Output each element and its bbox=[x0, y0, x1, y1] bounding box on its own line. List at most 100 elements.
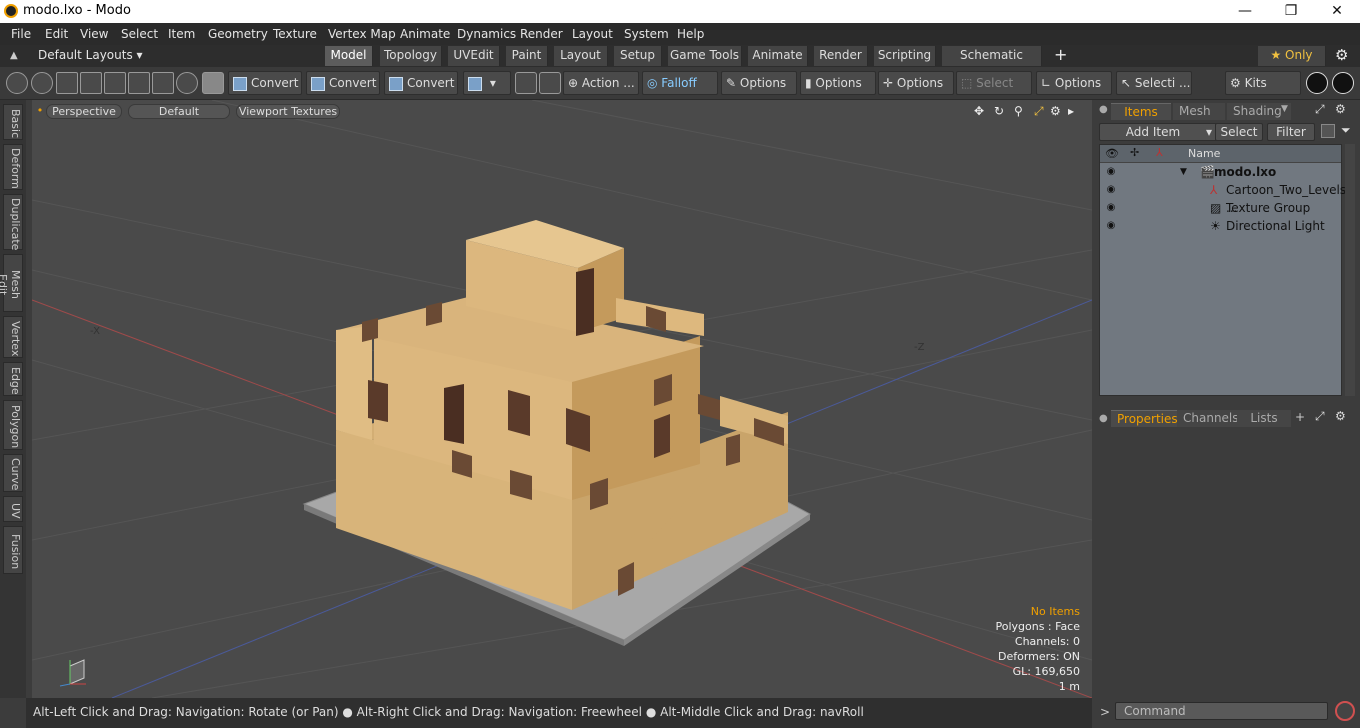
maximize-view-icon[interactable]: ⤢ bbox=[1034, 104, 1044, 119]
options-button-3[interactable]: ✛ Options bbox=[878, 71, 954, 95]
visibility-eye-icon[interactable]: ◉ bbox=[1105, 202, 1117, 214]
item-row-directional-light[interactable]: ◉ ☀ Directional Light bbox=[1100, 217, 1341, 235]
menu-system[interactable]: System bbox=[624, 27, 669, 41]
zoom-view-icon[interactable]: ⚲ bbox=[1014, 104, 1023, 118]
properties-settings-icon[interactable]: ⚙ bbox=[1335, 409, 1346, 423]
options-button-4[interactable]: ∟ Options bbox=[1036, 71, 1112, 95]
settings-gear-icon[interactable]: ⚙ bbox=[1335, 46, 1348, 64]
item-row-texture-group[interactable]: ◉ ▨ Texture Group bbox=[1100, 199, 1341, 217]
item-mode-icon[interactable] bbox=[202, 72, 224, 94]
menu-layout[interactable]: Layout bbox=[572, 27, 613, 41]
tab-polygon[interactable]: Polygon bbox=[3, 400, 23, 450]
tab-animate[interactable]: Animate bbox=[748, 46, 808, 66]
maximize-button[interactable]: ❐ bbox=[1268, 0, 1314, 23]
add-item-button[interactable]: Add Item ▾ bbox=[1099, 123, 1217, 141]
center-icon[interactable] bbox=[128, 72, 150, 94]
3d-viewport[interactable]: • Perspective Default Viewport Textures … bbox=[32, 100, 1092, 698]
tab-uvedit[interactable]: UVEdit bbox=[448, 46, 500, 66]
viewport-more-icon[interactable]: ▸ bbox=[1068, 104, 1074, 118]
panel-expand-icon[interactable]: ⤢ bbox=[1315, 102, 1325, 117]
menu-help[interactable]: Help bbox=[677, 27, 704, 41]
vertex-select-icon[interactable] bbox=[6, 72, 28, 94]
item-row-scene[interactable]: ◉ ▼ 🎬 modo.lxo bbox=[1100, 163, 1341, 181]
minimize-button[interactable]: — bbox=[1222, 0, 1268, 23]
tab-game-tools[interactable]: Game Tools bbox=[668, 46, 742, 66]
tab-channels[interactable]: Channels bbox=[1177, 410, 1239, 427]
kits-button[interactable]: ⚙ Kits bbox=[1225, 71, 1301, 95]
tab-paint[interactable]: Paint bbox=[506, 46, 548, 66]
menu-texture[interactable]: Texture bbox=[273, 27, 317, 41]
unreal-icon[interactable] bbox=[1332, 72, 1354, 94]
add-tab-button[interactable]: + bbox=[1054, 45, 1067, 64]
tab-schematic-fusion[interactable]: Schematic Fusion bbox=[942, 46, 1042, 81]
symmetry-icon[interactable] bbox=[515, 72, 537, 94]
panel-settings-icon[interactable]: ⚙ bbox=[1335, 102, 1346, 116]
command-input[interactable]: Command bbox=[1115, 702, 1328, 720]
pen-tool-icon[interactable] bbox=[56, 72, 78, 94]
tab-lists[interactable]: Lists bbox=[1237, 410, 1291, 427]
tab-setup[interactable]: Setup bbox=[614, 46, 662, 66]
panel-tabs-dropdown-icon[interactable]: ▼ bbox=[1281, 104, 1288, 114]
menu-render[interactable]: Render bbox=[520, 27, 563, 41]
tab-duplicate[interactable]: Duplicate bbox=[3, 194, 23, 250]
tab-basic[interactable]: Basic bbox=[3, 104, 23, 140]
options-button-2[interactable]: ▮ Options bbox=[800, 71, 876, 95]
tab-model[interactable]: Model bbox=[325, 46, 373, 66]
tab-mesh[interactable]: Mesh ... bbox=[1173, 103, 1225, 134]
unity-icon[interactable] bbox=[1306, 72, 1328, 94]
menu-geometry[interactable]: Geometry bbox=[208, 27, 268, 41]
menu-file[interactable]: File bbox=[11, 27, 31, 41]
menu-dynamics[interactable]: Dynamics bbox=[457, 27, 516, 41]
tab-curve[interactable]: Curve bbox=[3, 454, 23, 492]
tab-fusion[interactable]: Fusion bbox=[3, 526, 23, 574]
default-layouts-dropdown[interactable]: Default Layouts ▾ bbox=[38, 48, 143, 62]
layouts-up-icon[interactable]: ▲ bbox=[10, 50, 18, 61]
items-list[interactable]: 👁 ✢ ⅄ Name ◉ ▼ 🎬 modo.lxo ◉ ⅄ Cartoon_Tw… bbox=[1099, 144, 1346, 396]
record-macro-icon[interactable] bbox=[1335, 701, 1355, 721]
add-panel-tab-icon[interactable]: + bbox=[1295, 410, 1305, 424]
material-select-icon[interactable] bbox=[176, 72, 198, 94]
items-list-scrollbar[interactable] bbox=[1345, 144, 1355, 396]
viewport-textures-button[interactable]: Viewport Textures bbox=[236, 104, 340, 119]
visibility-eye-icon[interactable]: ◉ bbox=[1105, 220, 1117, 232]
tab-topology[interactable]: Topology bbox=[380, 46, 442, 66]
workplane-icon[interactable] bbox=[539, 72, 561, 94]
tab-layout[interactable]: Layout bbox=[554, 46, 608, 66]
viewport-settings-icon[interactable]: ⚙ bbox=[1050, 104, 1061, 118]
convert-button-2[interactable]: Convert bbox=[306, 71, 380, 95]
menu-view[interactable]: View bbox=[80, 27, 108, 41]
item-row-mesh[interactable]: ◉ ⅄ Cartoon_Two_Levels ... bbox=[1100, 181, 1346, 215]
edge-select-icon[interactable] bbox=[31, 72, 53, 94]
select-through-button[interactable]: ⬚ Select T... bbox=[956, 71, 1032, 112]
tab-uv[interactable]: UV bbox=[3, 496, 23, 522]
tab-vertex[interactable]: Vertex bbox=[3, 316, 23, 358]
menu-item[interactable]: Item bbox=[168, 27, 195, 41]
snap-dropdown[interactable]: ▾ bbox=[463, 71, 511, 95]
sculpt-icon[interactable] bbox=[80, 72, 102, 94]
move-view-icon[interactable]: ✥ bbox=[974, 104, 984, 118]
tab-items[interactable]: Items bbox=[1111, 103, 1171, 120]
properties-expand-icon[interactable]: ⤢ bbox=[1315, 409, 1325, 424]
tab-deform[interactable]: Deform bbox=[3, 144, 23, 190]
close-button[interactable]: ✕ bbox=[1314, 0, 1360, 23]
only-toggle[interactable]: ★ Only bbox=[1258, 46, 1326, 66]
align-icon[interactable] bbox=[104, 72, 126, 94]
tab-render[interactable]: Render bbox=[814, 46, 868, 66]
rotate-view-icon[interactable]: ↻ bbox=[994, 104, 1004, 118]
menu-select[interactable]: Select bbox=[121, 27, 158, 41]
visibility-eye-icon[interactable]: ◉ bbox=[1105, 184, 1117, 196]
menu-vertex-map[interactable]: Vertex Map bbox=[328, 27, 396, 41]
funnel-filter-icon[interactable]: ⏷ bbox=[1341, 123, 1351, 138]
tab-scripting[interactable]: Scripting bbox=[874, 46, 936, 66]
falloff-button[interactable]: ◎ Falloff bbox=[642, 71, 718, 95]
action-center-button[interactable]: ⊕ Action ... bbox=[563, 71, 639, 95]
collapse-icon[interactable] bbox=[1321, 124, 1335, 138]
polygon-select-icon[interactable] bbox=[152, 72, 174, 94]
panel-menu-icon[interactable]: ● bbox=[1099, 104, 1108, 115]
shading-style-button[interactable]: Default bbox=[128, 104, 230, 119]
convert-button-1[interactable]: Convert bbox=[228, 71, 302, 95]
selection-button[interactable]: ↖ Selecti ... bbox=[1116, 71, 1192, 95]
select-button[interactable]: Select bbox=[1215, 123, 1263, 141]
tab-properties[interactable]: Properties bbox=[1111, 410, 1183, 427]
menu-animate[interactable]: Animate bbox=[400, 27, 450, 41]
